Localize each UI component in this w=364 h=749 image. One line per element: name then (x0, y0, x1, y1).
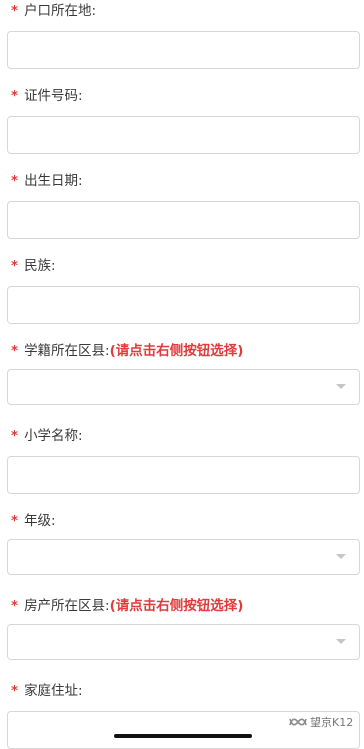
wechat-channel-icon (289, 718, 307, 726)
grade-select[interactable] (7, 539, 360, 575)
field-label: * 户口所在地: (11, 2, 96, 20)
required-mark: * (11, 173, 19, 189)
field-label: * 年级: (11, 512, 56, 530)
birth-date-input[interactable] (7, 201, 360, 239)
hukou-input[interactable] (7, 31, 360, 69)
field-label: * 学籍所在区县:(请点击右侧按钮选择) (11, 342, 243, 360)
required-mark: * (11, 343, 19, 359)
watermark-text: 望京K12 (310, 716, 354, 729)
chevron-down-icon[interactable] (336, 384, 346, 389)
ethnicity-input[interactable] (7, 286, 360, 324)
label-text: 家庭住址: (24, 683, 83, 699)
id-number-input[interactable] (7, 116, 360, 154)
field-label: * 房产所在区县:(请点击右侧按钮选择) (11, 597, 243, 615)
label-text: 证件号码: (24, 88, 83, 104)
label-text: 民族: (24, 258, 56, 274)
required-mark: * (11, 88, 19, 104)
select-hint: (请点击右侧按钮选择) (109, 598, 244, 614)
property-district-select[interactable] (7, 624, 360, 660)
field-label: * 出生日期: (11, 172, 83, 190)
chevron-down-icon[interactable] (336, 554, 346, 559)
required-mark: * (11, 428, 19, 444)
required-mark: * (11, 683, 19, 699)
label-text: 小学名称: (24, 428, 83, 444)
select-hint: (请点击右侧按钮选择) (109, 343, 244, 359)
chevron-down-icon[interactable] (336, 639, 346, 644)
required-mark: * (11, 258, 19, 274)
label-text: 出生日期: (24, 173, 83, 189)
primary-school-input[interactable] (7, 456, 360, 494)
field-label: * 家庭住址: (11, 682, 83, 700)
field-label: * 证件号码: (11, 87, 83, 105)
home-indicator[interactable] (114, 734, 252, 738)
field-label: * 小学名称: (11, 427, 83, 445)
label-text: 户口所在地: (24, 3, 97, 19)
required-mark: * (11, 513, 19, 529)
school-district-select[interactable] (7, 369, 360, 405)
watermark: 望京K12 (289, 714, 353, 730)
label-text: 房产所在区县: (24, 598, 110, 614)
required-mark: * (11, 3, 19, 19)
label-text: 学籍所在区县: (24, 343, 110, 359)
label-text: 年级: (24, 513, 56, 529)
required-mark: * (11, 598, 19, 614)
field-label: * 民族: (11, 257, 56, 275)
